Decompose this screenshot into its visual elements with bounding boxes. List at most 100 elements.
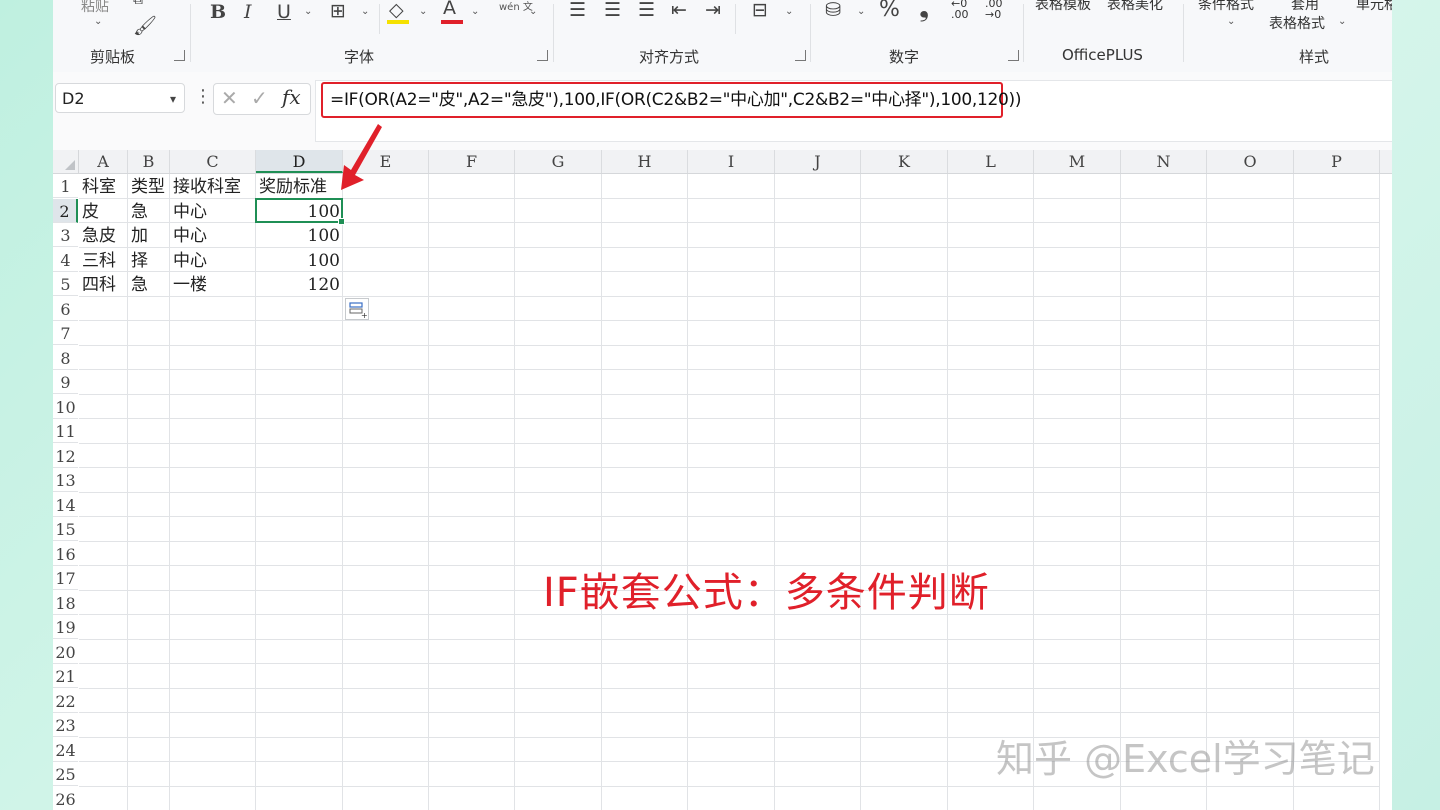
row-header-20[interactable]: 20 <box>53 640 78 664</box>
clipboard-launcher-icon[interactable] <box>174 50 185 61</box>
column-header-d[interactable]: D <box>256 150 343 173</box>
row-header-19[interactable]: 19 <box>53 615 78 639</box>
comma-style-button[interactable]: ❟ <box>919 0 929 21</box>
row-header-1[interactable]: 1 <box>53 174 78 198</box>
number-launcher-icon[interactable] <box>1008 50 1019 61</box>
more-options-icon[interactable]: ⋮ <box>194 86 212 107</box>
row-header-7[interactable]: 7 <box>53 321 78 345</box>
row-header-18[interactable]: 18 <box>53 591 78 615</box>
row-header-11[interactable]: 11 <box>53 419 78 443</box>
conditional-format-dropdown-icon[interactable]: ⌄ <box>1227 16 1235 27</box>
font-launcher-icon[interactable] <box>537 50 548 61</box>
format-as-table-dropdown-icon[interactable]: ⌄ <box>1338 16 1346 27</box>
paste-options-icon[interactable]: + <box>345 297 369 320</box>
row-header-16[interactable]: 16 <box>53 542 78 566</box>
format-as-table-button[interactable]: 表格格式 <box>1269 13 1325 33</box>
column-header-e[interactable]: E <box>343 150 429 173</box>
format-painter-icon[interactable]: 🖌 <box>133 16 157 36</box>
currency-format-icon[interactable]: ⛁ <box>825 0 841 20</box>
row-header-13[interactable]: 13 <box>53 468 78 492</box>
merge-dropdown-icon[interactable]: ⌄ <box>785 6 793 17</box>
cell-styles-button[interactable]: 单元格 <box>1356 0 1392 14</box>
paste-button[interactable]: 粘贴 <box>81 0 109 16</box>
decrease-decimal-icon[interactable]: .00 →0 <box>985 0 1003 20</box>
phonetic-dropdown-icon[interactable]: ⌄ <box>529 6 537 17</box>
confirm-icon[interactable]: ✓ <box>251 86 268 110</box>
active-cell-outline[interactable] <box>255 197 345 225</box>
cancel-icon[interactable]: ✕ <box>221 86 238 110</box>
cell-d4[interactable]: 100 <box>256 248 343 272</box>
bold-button[interactable]: B <box>210 2 226 22</box>
chevron-down-icon[interactable]: ▾ <box>170 84 176 114</box>
border-dropdown-icon[interactable]: ⌄ <box>361 6 369 17</box>
cell-c1[interactable]: 接收科室 <box>173 174 241 198</box>
column-header-p[interactable]: P <box>1294 150 1380 173</box>
row-header-22[interactable]: 22 <box>53 689 78 713</box>
cell-a3[interactable]: 急皮 <box>82 223 116 247</box>
row-header-6[interactable]: 6 <box>53 297 78 321</box>
column-header-c[interactable]: C <box>170 150 256 173</box>
cell-d5[interactable]: 120 <box>256 272 343 296</box>
phonetic-guide-button[interactable]: wén 文 <box>499 0 533 13</box>
column-header-m[interactable]: M <box>1034 150 1121 173</box>
row-header-8[interactable]: 8 <box>53 346 78 370</box>
column-header-b[interactable]: B <box>128 150 170 173</box>
border-icon[interactable]: ⊞ <box>330 1 346 21</box>
column-header-i[interactable]: I <box>688 150 775 173</box>
column-header-j[interactable]: J <box>775 150 861 173</box>
column-header-l[interactable]: L <box>948 150 1034 173</box>
fill-color-icon[interactable]: ◇ <box>389 0 404 20</box>
row-header-21[interactable]: 21 <box>53 664 78 688</box>
cell-b1[interactable]: 类型 <box>131 174 165 198</box>
row-header-3[interactable]: 3 <box>53 223 78 247</box>
font-color-dropdown-icon[interactable]: ⌄ <box>471 6 479 17</box>
row-header-4[interactable]: 4 <box>53 248 78 272</box>
row-header-17[interactable]: 17 <box>53 566 78 590</box>
cell-b5[interactable]: 急 <box>131 272 148 296</box>
conditional-format-button[interactable]: 条件格式 <box>1198 0 1254 14</box>
cell-c2[interactable]: 中心 <box>173 199 207 223</box>
row-header-2[interactable]: 2 <box>53 198 78 223</box>
column-header-k[interactable]: K <box>861 150 948 173</box>
row-header-23[interactable]: 23 <box>53 713 78 737</box>
cell-c5[interactable]: 一楼 <box>173 272 207 296</box>
column-header-g[interactable]: G <box>515 150 602 173</box>
column-header-f[interactable]: F <box>429 150 515 173</box>
percent-button[interactable]: % <box>879 0 900 21</box>
row-header-26[interactable]: 26 <box>53 787 78 810</box>
underline-button[interactable]: U <box>277 2 291 22</box>
select-all-corner[interactable] <box>53 150 79 173</box>
align-right-icon[interactable]: ☰ <box>638 0 655 20</box>
copy-icon[interactable]: ⧉ <box>133 0 143 10</box>
fill-color-dropdown-icon[interactable]: ⌄ <box>419 6 427 17</box>
decrease-indent-icon[interactable]: ⇤ <box>671 0 687 20</box>
column-header-a[interactable]: A <box>79 150 128 173</box>
alignment-launcher-icon[interactable] <box>795 50 806 61</box>
cell-d1[interactable]: 奖励标准 <box>259 174 327 198</box>
row-header-12[interactable]: 12 <box>53 444 78 468</box>
cell-b2[interactable]: 急 <box>131 199 148 223</box>
cell-a1[interactable]: 科室 <box>82 174 116 198</box>
row-header-24[interactable]: 24 <box>53 738 78 762</box>
row-header-15[interactable]: 15 <box>53 517 78 541</box>
name-box[interactable]: D2 ▾ <box>55 83 185 113</box>
row-header-14[interactable]: 14 <box>53 493 78 517</box>
paste-dropdown-icon[interactable]: ⌄ <box>94 16 102 27</box>
italic-button[interactable]: I <box>244 2 252 22</box>
format-as-table-line1[interactable]: 套用 <box>1291 0 1319 14</box>
row-header-10[interactable]: 10 <box>53 395 78 419</box>
currency-dropdown-icon[interactable]: ⌄ <box>857 6 865 17</box>
cell-c4[interactable]: 中心 <box>173 248 207 272</box>
row-header-25[interactable]: 25 <box>53 762 78 786</box>
underline-dropdown-icon[interactable]: ⌄ <box>304 6 312 17</box>
row-header-9[interactable]: 9 <box>53 370 78 394</box>
row-header-5[interactable]: 5 <box>53 272 78 296</box>
merge-center-icon[interactable]: ⊟ <box>752 0 768 20</box>
formula-highlight-box[interactable]: =IF(OR(A2="皮",A2="急皮"),100,IF(OR(C2&B2="… <box>321 82 1022 118</box>
cell-a4[interactable]: 三科 <box>82 248 116 272</box>
increase-decimal-icon[interactable]: ←0.00 <box>951 0 969 20</box>
column-header-o[interactable]: O <box>1207 150 1294 173</box>
cell-b4[interactable]: 择 <box>131 248 148 272</box>
cell-b3[interactable]: 加 <box>131 223 148 247</box>
align-left-icon[interactable]: ☰ <box>569 0 586 20</box>
